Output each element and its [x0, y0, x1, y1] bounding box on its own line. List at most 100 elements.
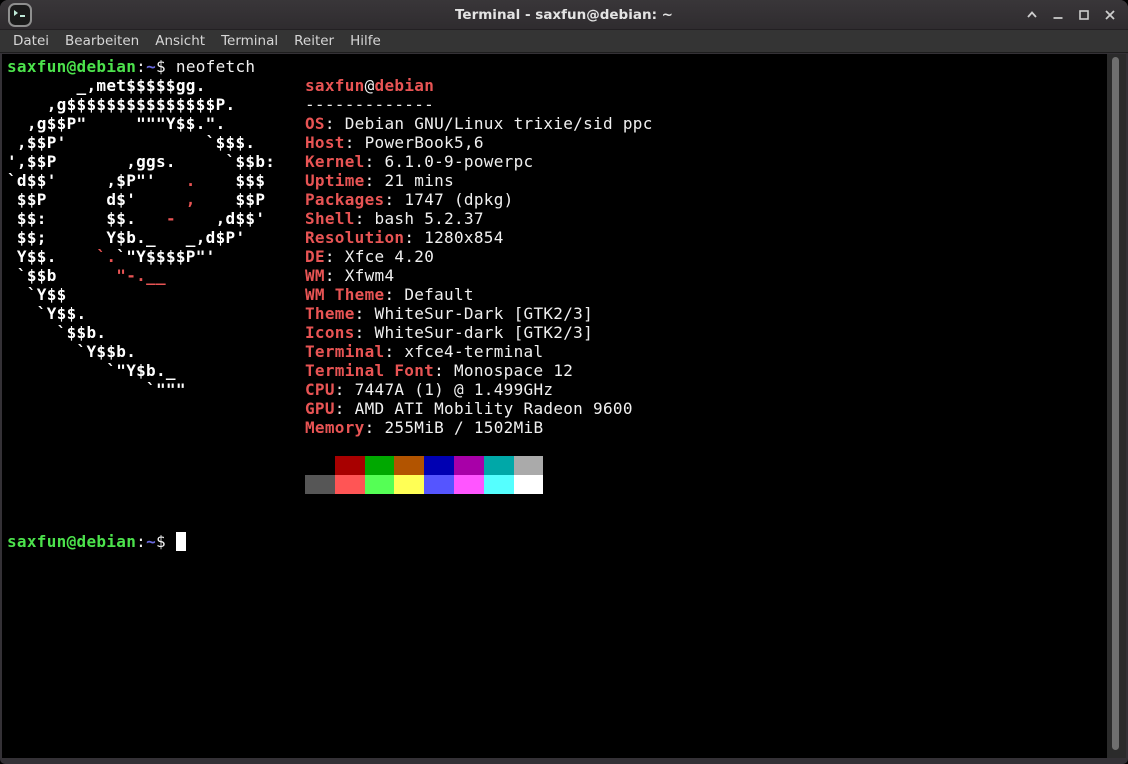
color-block	[394, 456, 425, 475]
terminal-line	[7, 475, 1107, 494]
terminal-text: : 21 mins	[364, 171, 455, 190]
terminal-text: $$P	[195, 190, 305, 209]
terminal-text: WM Theme	[304, 285, 385, 304]
terminal-text: : PowerBook5,6	[344, 133, 484, 152]
color-block	[304, 475, 335, 494]
terminal-line: `Y$$ WM Theme: Default	[7, 285, 1107, 304]
menu-item-ansicht[interactable]: Ansicht	[147, 31, 213, 51]
terminal-text: :	[136, 532, 147, 551]
close-icon	[1105, 10, 1115, 20]
terminal-text: "-.__	[116, 266, 166, 285]
terminal-text: _,met$$$$$gg.	[7, 76, 305, 95]
terminal-text: ',$$P ,ggs. `$$b:	[7, 152, 305, 171]
chevron-up-icon	[1027, 11, 1037, 18]
terminal-line: saxfun@debian:~$	[7, 532, 1107, 551]
terminal-text: : Monospace 12	[434, 361, 574, 380]
terminal-text: $ neofetch	[156, 57, 256, 76]
terminal-text: `$$b	[7, 266, 117, 285]
terminal-text: : Xfwm4	[324, 266, 395, 285]
terminal-text: `Y$$	[7, 285, 305, 304]
terminal-text: .	[185, 171, 196, 190]
color-block	[364, 456, 395, 475]
terminal-line: `$$b "-.__ WM: Xfwm4	[7, 266, 1107, 285]
color-block	[483, 456, 514, 475]
terminal-line: $$P d$' , $$P Packages: 1747 (dpkg)	[7, 190, 1107, 209]
terminal-text: : 7447A (1) @ 1.499GHz	[334, 380, 554, 399]
menu-item-reiter[interactable]: Reiter	[286, 31, 342, 51]
terminal-screen[interactable]: saxfun@debian:~$ neofetch _,met$$$$$gg. …	[2, 54, 1107, 758]
terminal-text: CPU	[304, 380, 335, 399]
color-block	[483, 475, 514, 494]
terminal-line: Y$$. `.`"Y$$$$P"' DE: Xfce 4.20	[7, 247, 1107, 266]
terminal-line	[7, 456, 1107, 475]
terminal-text: ,$$P' `$$$.	[7, 133, 305, 152]
color-block	[424, 456, 455, 475]
menu-item-bearbeiten[interactable]: Bearbeiten	[57, 31, 147, 51]
terminal-line: `""" CPU: 7447A (1) @ 1.499GHz	[7, 380, 1107, 399]
terminal-text: Shell	[305, 209, 355, 228]
terminal-text: -------------	[304, 95, 435, 114]
minimize-button[interactable]	[1045, 2, 1071, 28]
terminal-text: : Debian GNU/Linux trixie/sid ppc	[324, 114, 653, 133]
terminal-text: ,d$$'	[175, 209, 306, 228]
terminal-text: WM	[305, 266, 325, 285]
terminal-text: Kernel	[304, 152, 365, 171]
terminal-text: : AMD ATI Mobility Radeon 9600	[334, 399, 633, 418]
close-button[interactable]	[1097, 2, 1123, 28]
terminal-text: ,g$$P" """Y$$.".	[7, 114, 305, 133]
terminal-text: $$; Y$b._ _,d$P'	[7, 228, 305, 247]
terminal-text: debian	[374, 76, 435, 95]
terminal-text: Terminal Font	[304, 361, 435, 380]
terminal-text: `"""	[7, 380, 305, 399]
terminal-text: : 255MiB / 1502MiB	[364, 418, 544, 437]
terminal-line: ,g$$$$$$$$$$$$$$$P. -------------	[7, 95, 1107, 114]
titlebar[interactable]: Terminal - saxfun@debian: ~	[0, 0, 1128, 30]
terminal-line: $$; Y$b._ _,d$P' Resolution: 1280x854	[7, 228, 1107, 247]
terminal-text: : WhiteSur-dark [GTK2/3]	[354, 323, 594, 342]
terminal-text: :	[136, 57, 147, 76]
color-block	[364, 475, 395, 494]
menu-item-terminal[interactable]: Terminal	[213, 31, 286, 51]
menu-item-datei[interactable]: Datei	[5, 31, 57, 51]
terminal-text: $$P d$'	[7, 190, 186, 209]
terminal-text: saxfun	[304, 76, 365, 95]
terminal-text: @	[364, 76, 375, 95]
terminal-text: Theme	[304, 304, 355, 323]
terminal-text: ,g$$$$$$$$$$$$$$$P.	[7, 95, 305, 114]
terminal-text: ~	[146, 57, 157, 76]
terminal-text: saxfun@debian	[7, 532, 137, 551]
maximize-icon	[1079, 10, 1089, 20]
terminal-text: : WhiteSur-Dark [GTK2/3]	[354, 304, 594, 323]
scrollbar-thumb[interactable]	[1112, 57, 1119, 750]
color-block	[513, 456, 544, 475]
terminal-text: Memory	[304, 418, 365, 437]
terminal-line: ,$$P' `$$$. Host: PowerBook5,6	[7, 133, 1107, 152]
terminal-text: OS	[304, 114, 325, 133]
scrollbar[interactable]	[1107, 54, 1126, 758]
terminal-text: $	[156, 532, 176, 551]
menu-item-hilfe[interactable]: Hilfe	[342, 31, 389, 51]
shade-button[interactable]	[1019, 2, 1045, 28]
terminal-area: saxfun@debian:~$ neofetch _,met$$$$$gg. …	[2, 54, 1126, 758]
terminal-text: $$$	[195, 171, 305, 190]
terminal-line: `d$$' ,$P"' . $$$ Uptime: 21 mins	[7, 171, 1107, 190]
terminal-line: $$: $$. - ,d$$' Shell: bash 5.2.37	[7, 209, 1107, 228]
color-block	[334, 456, 365, 475]
terminal-text: Y$$.	[7, 247, 97, 266]
terminal-text: `Y$$.	[7, 304, 305, 323]
terminal-text: DE	[305, 247, 325, 266]
terminal-text: Terminal	[304, 342, 385, 361]
terminal-text: `"Y$b._	[7, 361, 305, 380]
maximize-button[interactable]	[1071, 2, 1097, 28]
terminal-text: ~	[146, 532, 157, 551]
color-block	[513, 475, 544, 494]
window-controls	[1019, 0, 1123, 30]
terminal-text: `"Y$$$$P"'	[116, 247, 306, 266]
